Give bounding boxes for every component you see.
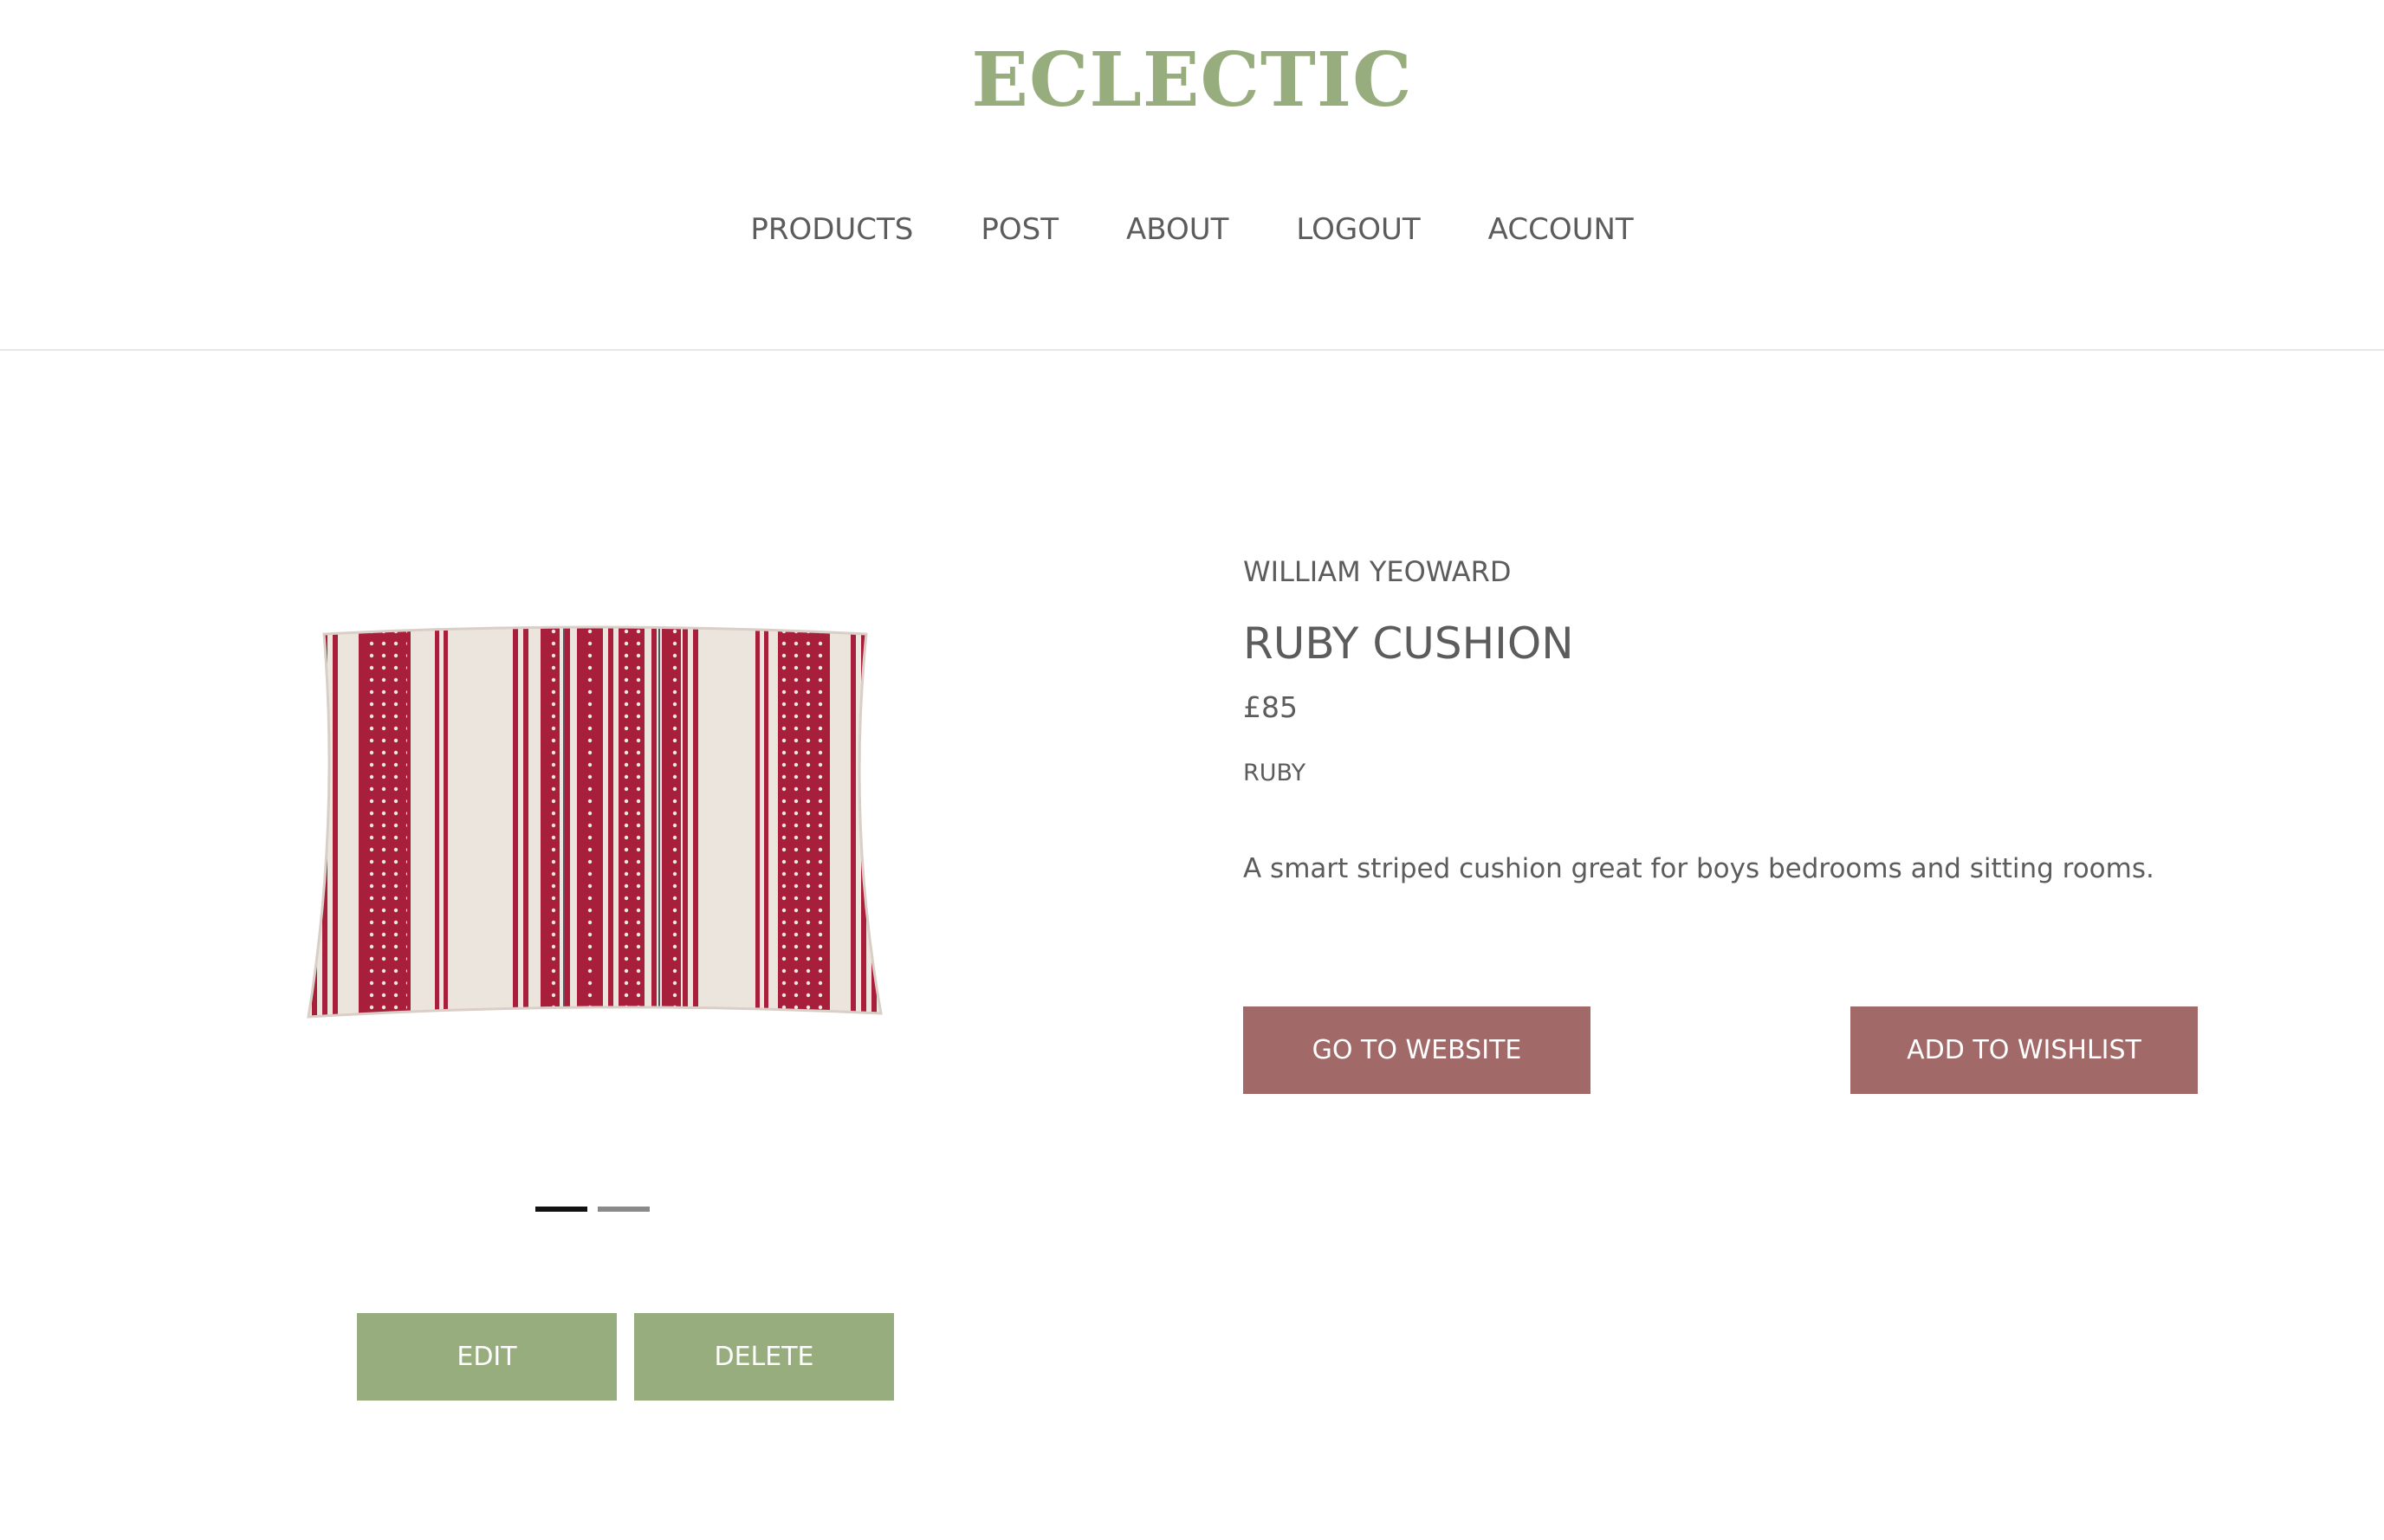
- cushion-stripe: [444, 627, 448, 1017]
- cushion-band-motif: [622, 627, 641, 1017]
- nav-logout[interactable]: LOGOUT: [1296, 212, 1420, 247]
- cushion-band-motif: [665, 627, 677, 1017]
- page: ECLECTIC PRODUCTS POST ABOUT LOGOUT ACCO…: [0, 0, 2384, 1540]
- header-divider: [0, 349, 2384, 351]
- cushion-stripe: [435, 627, 439, 1017]
- cushion-band-motif: [781, 627, 826, 1017]
- add-to-wishlist-button[interactable]: ADD TO WISHLIST: [1850, 1006, 2198, 1094]
- cushion-stripe: [523, 627, 528, 1017]
- edit-button[interactable]: EDIT: [357, 1313, 617, 1401]
- product-title: RUBY CUSHION: [1243, 618, 1574, 669]
- product-price: £85: [1243, 690, 1298, 724]
- cushion-band-motif: [362, 627, 407, 1017]
- nav-post[interactable]: POST: [981, 212, 1059, 247]
- cushion-stripe: [764, 627, 768, 1017]
- product-description: A smart striped cushion great for boys b…: [1243, 853, 2154, 884]
- product-image: [307, 625, 883, 1019]
- carousel-dot[interactable]: [598, 1207, 650, 1212]
- cushion-stripe: [608, 627, 613, 1017]
- carousel-dots: [535, 1207, 650, 1212]
- site-logo[interactable]: ECLECTIC: [0, 36, 2384, 124]
- go-to-website-button[interactable]: GO TO WEBSITE: [1243, 1006, 1590, 1094]
- cushion-band-motif: [544, 627, 556, 1017]
- nav-products[interactable]: PRODUCTS: [750, 212, 913, 247]
- cushion-stripe: [333, 627, 338, 1017]
- cushion-stripe: [565, 627, 570, 1017]
- cushion-accent-line: [658, 627, 660, 1017]
- product-color: RUBY: [1243, 760, 1306, 786]
- cushion-band-motif: [580, 627, 599, 1017]
- cushion-stripe: [513, 627, 518, 1017]
- delete-button[interactable]: DELETE: [634, 1313, 894, 1401]
- cushion-stripe: [755, 627, 760, 1017]
- nav-account[interactable]: ACCOUNT: [1488, 212, 1634, 247]
- product-brand: WILLIAM YEOWARD: [1243, 555, 1512, 588]
- cushion-stripe: [693, 627, 698, 1017]
- carousel-dot[interactable]: [535, 1207, 587, 1212]
- cushion-stripe: [851, 627, 856, 1017]
- cushion-stripe: [683, 627, 688, 1017]
- cushion-stripe: [651, 627, 657, 1017]
- nav-about[interactable]: ABOUT: [1126, 212, 1228, 247]
- main-nav: PRODUCTS POST ABOUT LOGOUT ACCOUNT: [0, 212, 2384, 247]
- cushion-accent-line: [563, 627, 565, 1017]
